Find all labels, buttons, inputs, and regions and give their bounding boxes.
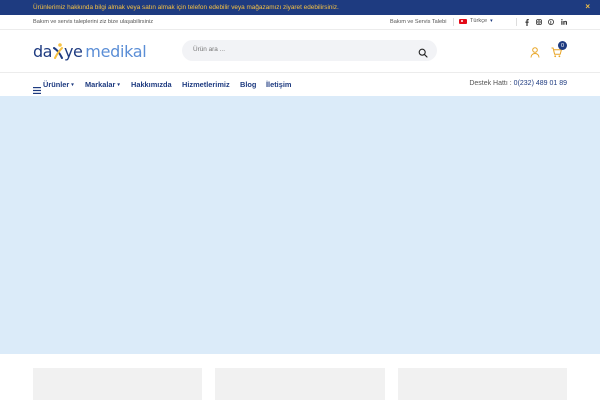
topbar-info-text: Bakım ve servis taleplerini ziz bize ula…: [33, 19, 153, 25]
language-selector[interactable]: Türkçe ▾: [459, 18, 493, 24]
search-icon[interactable]: [418, 45, 428, 63]
nav-item-products[interactable]: Ürünler ▾: [43, 80, 74, 89]
nav-item-label: Hizmetlerimiz: [182, 80, 230, 89]
logo-text-medikal: medikal: [85, 41, 147, 61]
nav-item-contact[interactable]: İletişim: [266, 80, 291, 89]
nav-item-about[interactable]: Hakkımızda: [131, 80, 172, 89]
logo-figure-icon: [52, 42, 63, 60]
nav-item-label: Blog: [240, 80, 257, 89]
announcement-text: Ürünlerimiz hakkında bilgi almak veya sa…: [33, 4, 339, 11]
support-line: Destek Hattı : 0(232) 489 01 89: [469, 80, 567, 87]
hero-banner: [0, 96, 600, 354]
instagram-icon[interactable]: [535, 17, 543, 27]
category-card[interactable]: [215, 368, 385, 400]
cart-count-badge: 0: [558, 41, 567, 50]
nav-item-brands[interactable]: Markalar ▾: [85, 80, 120, 89]
nav-item-label: İletişim: [266, 80, 292, 89]
facebook-icon[interactable]: [523, 17, 531, 27]
search-input[interactable]: Ürün ara ...: [182, 40, 437, 61]
chevron-down-icon: ▾: [490, 18, 493, 24]
close-icon[interactable]: ×: [585, 2, 590, 11]
support-label: Destek Hattı :: [469, 80, 512, 87]
linkedin-icon[interactable]: [560, 17, 568, 27]
user-icon[interactable]: [530, 45, 540, 63]
logo-text-da: da: [33, 41, 52, 61]
category-card[interactable]: [33, 368, 202, 400]
nav-item-services[interactable]: Hizmetlerimiz: [182, 80, 230, 89]
nav-item-label: Markalar: [85, 80, 116, 89]
language-label: Türkçe: [470, 18, 488, 24]
pinterest-icon[interactable]: [547, 17, 555, 27]
nav-item-label: Ürünler: [43, 80, 70, 89]
nav-item-label: Hakkımızda: [131, 80, 172, 89]
chevron-down-icon: ▾: [71, 81, 74, 88]
main-nav: Ürünler ▾ Markalar ▾ Hakkımızda Hizmetle…: [0, 73, 600, 96]
site-logo[interactable]: da ye medikal: [33, 39, 147, 63]
divider: [453, 18, 454, 26]
site-header: da ye medikal Ürün ara ... 0: [0, 30, 600, 73]
turkey-flag-icon: [459, 18, 467, 24]
logo-text-ye: ye: [63, 41, 83, 61]
top-bar: Bakım ve servis taleplerini ziz bize ula…: [0, 15, 600, 30]
search-placeholder: Ürün ara ...: [193, 46, 225, 53]
divider: [516, 18, 517, 26]
nav-item-blog[interactable]: Blog: [240, 80, 256, 89]
service-request-link[interactable]: Bakım ve Servis Talebi: [390, 19, 446, 25]
announcement-bar: Ürünlerimiz hakkında bilgi almak veya sa…: [0, 0, 600, 15]
chevron-down-icon: ▾: [117, 81, 120, 88]
support-phone[interactable]: 0(232) 489 01 89: [514, 80, 567, 87]
category-card[interactable]: [398, 368, 567, 400]
